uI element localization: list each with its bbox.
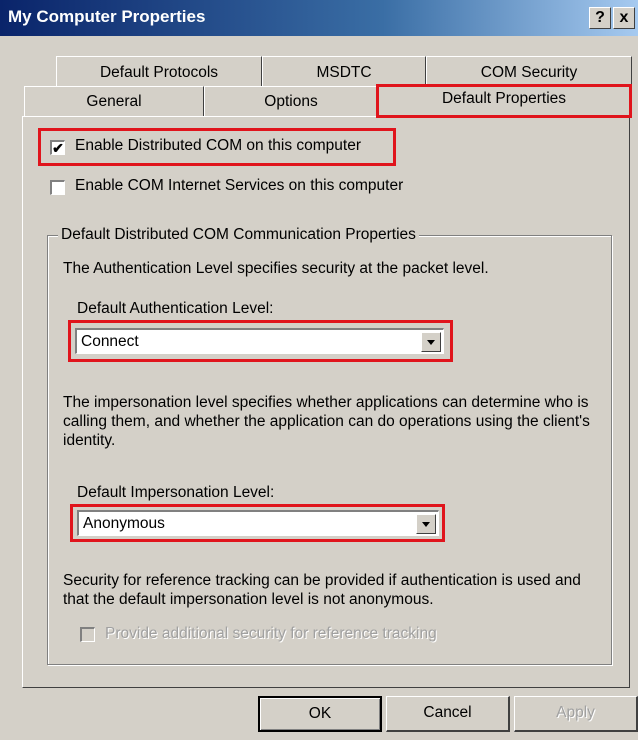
help-button[interactable]: ? (589, 7, 611, 29)
enable-dcom-checkbox[interactable]: ✔ (50, 140, 65, 155)
close-button[interactable]: x (613, 7, 635, 29)
auth-level-label: Default Authentication Level: (77, 300, 274, 317)
tab-highlight (376, 84, 632, 118)
enable-cis-label: Enable COM Internet Services on this com… (75, 177, 404, 194)
enable-cis-checkbox[interactable] (50, 180, 65, 195)
imp-level-label: Default Impersonation Level: (77, 484, 275, 501)
reference-tracking-label: Provide additional security for referenc… (105, 625, 437, 642)
window-title: My Computer Properties (8, 7, 206, 26)
imp-level-value: Anonymous (83, 515, 165, 532)
reference-tracking-checkbox[interactable] (80, 627, 95, 642)
title-bar: My Computer Properties ? x (0, 0, 638, 36)
tab-label: MSDTC (316, 64, 372, 81)
reference-tracking-description: Security for reference tracking can be p… (63, 572, 581, 608)
auth-level-select[interactable]: Connect (75, 328, 444, 354)
cancel-button[interactable]: Cancel (386, 696, 510, 732)
tab-label: COM Security (480, 64, 578, 81)
tab-options[interactable]: Options (204, 86, 378, 116)
auth-level-value: Connect (81, 333, 139, 350)
chevron-down-icon[interactable] (416, 514, 436, 534)
imp-level-select[interactable]: Anonymous (77, 510, 439, 536)
auth-description: The Authentication Level specifies secur… (63, 260, 489, 277)
tab-label: General (86, 93, 142, 110)
tab-label: Options (264, 93, 318, 110)
enable-dcom-label: Enable Distributed COM on this computer (75, 137, 362, 154)
apply-button[interactable]: Apply (514, 696, 638, 732)
impersonation-description: The impersonation level specifies whethe… (63, 394, 590, 449)
tab-general[interactable]: General (24, 86, 204, 116)
chevron-down-icon[interactable] (421, 332, 441, 352)
ok-button[interactable]: OK (258, 696, 382, 732)
tab-label: Default Protocols (99, 64, 219, 81)
tab-default-protocols[interactable]: Default Protocols (56, 56, 262, 88)
group-legend: Default Distributed COM Communication Pr… (58, 226, 419, 244)
